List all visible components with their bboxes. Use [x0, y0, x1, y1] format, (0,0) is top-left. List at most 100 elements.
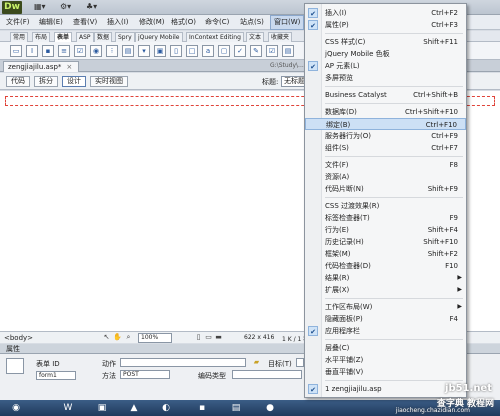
insert-tab-data[interactable]: 数据	[94, 32, 113, 42]
window-menu-item[interactable]: 文件(F) F8	[305, 159, 466, 171]
insert-tab-incontext[interactable]: InContext Editing	[186, 32, 244, 42]
window-menu-item[interactable]: 数据库(D) Ctrl+Shift+F10	[305, 106, 466, 118]
spry-select-icon[interactable]: ▤	[282, 45, 294, 57]
spry-checkbox-icon[interactable]: ☑	[266, 45, 278, 57]
folder-icon[interactable]: ▰	[252, 358, 261, 367]
live-view-label: 实时视图	[95, 77, 123, 85]
start-icon[interactable]: ◉	[10, 402, 22, 414]
window-menu-item[interactable]: jQuery Mobile 色板	[305, 48, 466, 60]
menu-modify[interactable]: 修改(M)	[136, 15, 168, 30]
window-menu-item[interactable]: CSS 样式(C) Shift+F11	[305, 36, 466, 48]
insert-tab-asp[interactable]: ASP	[76, 32, 94, 42]
window-menu-item[interactable]: 资源(A)	[305, 171, 466, 183]
window-menu-item[interactable]: 水平平铺(Z)	[305, 354, 466, 366]
window-menu-item[interactable]: ✔ AP 元素(L)	[305, 60, 466, 72]
insert-tab-favorites[interactable]: 收藏夹	[268, 32, 293, 42]
select-list-icon[interactable]: ▤	[122, 45, 134, 57]
form-id-input[interactable]: form1	[36, 371, 76, 380]
menu-site[interactable]: 站点(S)	[237, 15, 267, 30]
radio-icon[interactable]: ◉	[90, 45, 102, 57]
window-menu-item[interactable]: 框架(M) Shift+F2	[305, 248, 466, 260]
window-menu-item[interactable]: CSS 过渡效果(R)	[305, 200, 466, 212]
window-menu-item[interactable]: 代码片断(N) Shift+F9	[305, 183, 466, 195]
window-menu-item[interactable]: 结果(R) ▶	[305, 272, 466, 284]
insert-tab-jquery-mobile[interactable]: jQuery Mobile	[135, 32, 183, 42]
action-input[interactable]	[120, 358, 246, 367]
window-menu-item[interactable]: ✔ 应用程序栏	[305, 325, 466, 337]
menu-view[interactable]: 查看(V)	[70, 15, 100, 30]
layout-icon[interactable]: ▦▾	[34, 2, 46, 12]
folder-task-icon[interactable]: ▤	[230, 402, 242, 414]
window-menu-item[interactable]: ✔ 1 zengjiajilu.asp	[305, 383, 466, 395]
window-menu-item[interactable]: 绑定(B) Ctrl+F10	[305, 118, 466, 130]
window-menu-item[interactable]: ✔ 属性(P) Ctrl+F3	[305, 19, 466, 31]
window-menu-item[interactable]: 组件(S) Ctrl+F7	[305, 142, 466, 154]
target-select[interactable]	[296, 358, 304, 367]
word-icon[interactable]: W	[62, 402, 74, 414]
hand-tool-icon[interactable]: ✋	[113, 333, 122, 342]
button-icon[interactable]: □	[186, 45, 198, 57]
menu-format[interactable]: 格式(O)	[168, 15, 199, 30]
window-menu-item[interactable]: 历史记录(H) Shift+F10	[305, 236, 466, 248]
hidden-field-icon[interactable]: ▪	[42, 45, 54, 57]
live-view-button[interactable]: 实时视图	[90, 76, 128, 87]
site-icon[interactable]: ♣▾	[86, 2, 97, 12]
window-menu-item[interactable]: 服务器行为(O) Ctrl+F9	[305, 130, 466, 142]
close-icon[interactable]: ×	[66, 63, 72, 71]
text-field-icon[interactable]: I	[26, 45, 38, 57]
window-menu-item[interactable]: 多屏预览	[305, 72, 466, 84]
menu-file[interactable]: 文件(F)	[3, 15, 33, 30]
checkbox-icon[interactable]: ☑	[74, 45, 86, 57]
split-view-button[interactable]: 拆分	[34, 76, 58, 87]
file-field-icon[interactable]: ▯	[170, 45, 182, 57]
window-menu-item[interactable]: 工作区布局(W) ▶	[305, 301, 466, 313]
window-size[interactable]: 622 x 416	[244, 334, 274, 341]
spry-validation-icon[interactable]: ✓	[234, 45, 246, 57]
radio-group-icon[interactable]: ⁝	[106, 45, 118, 57]
window-menu-item[interactable]: 标签检查器(T) F9	[305, 212, 466, 224]
spry-textarea-icon[interactable]: ✎	[250, 45, 262, 57]
window-menu-item[interactable]: 行为(E) Shift+F4	[305, 224, 466, 236]
tag-selector[interactable]: <body>	[4, 334, 33, 342]
window-menu-item[interactable]: ✔ 插入(I) Ctrl+F2	[305, 7, 466, 19]
insert-tab-spry[interactable]: Spry	[115, 32, 135, 42]
image-field-icon[interactable]: ▣	[154, 45, 166, 57]
textarea-icon[interactable]: ≡	[58, 45, 70, 57]
app-icon[interactable]: ▲	[128, 402, 140, 414]
gear-icon[interactable]: ⚙▾	[60, 2, 71, 12]
window-menu-item[interactable]: 垂直平铺(V)	[305, 366, 466, 378]
label-icon[interactable]: a	[202, 45, 214, 57]
zoom-select[interactable]: 100%	[138, 333, 172, 343]
method-select[interactable]: POST	[120, 370, 170, 379]
explorer-icon[interactable]: ▣	[96, 402, 108, 414]
menu-edit[interactable]: 编辑(E)	[36, 15, 66, 30]
fieldset-icon[interactable]: ▢	[218, 45, 230, 57]
window-menu-item-shortcut: F4	[449, 315, 458, 323]
document-tab[interactable]: zengjiajilu.asp* ×	[3, 61, 80, 72]
mobile-size-icon[interactable]: ▯	[194, 333, 203, 342]
menu-window[interactable]: 窗口(W)	[270, 15, 305, 30]
insert-tab-forms[interactable]: 表单	[54, 32, 73, 42]
browser-icon[interactable]: ◐	[160, 402, 172, 414]
jump-menu-icon[interactable]: ▾	[138, 45, 150, 57]
enctype-select[interactable]	[232, 370, 302, 379]
window-menu-item[interactable]: 代码检查器(D) F10	[305, 260, 466, 272]
insert-tab-text[interactable]: 文本	[246, 32, 265, 42]
media-task-icon[interactable]: ●	[264, 402, 276, 414]
form-icon[interactable]: ▭	[10, 45, 22, 57]
zoom-tool-icon[interactable]: ⌕	[124, 333, 133, 342]
design-view-button[interactable]: 设计	[62, 76, 86, 87]
window-menu-item[interactable]: 层叠(C)	[305, 342, 466, 354]
insert-tab-common[interactable]: 常用	[10, 32, 29, 42]
menu-command[interactable]: 命令(C)	[202, 15, 232, 30]
menu-insert[interactable]: 插入(I)	[104, 15, 132, 30]
window-menu-item[interactable]: 扩展(X) ▶	[305, 284, 466, 296]
code-view-button[interactable]: 代码	[6, 76, 30, 87]
insert-tab-layout[interactable]: 布局	[32, 32, 51, 42]
desktop-size-icon[interactable]: ▬	[214, 333, 223, 342]
tablet-size-icon[interactable]: ▭	[204, 333, 213, 342]
window-menu-item[interactable]: 隐藏面板(P) F4	[305, 313, 466, 325]
window-menu-item[interactable]: Business Catalyst Ctrl+Shift+B	[305, 89, 466, 101]
select-tool-icon[interactable]: ↖	[102, 333, 111, 342]
dreamweaver-task-icon[interactable]: ▪	[196, 402, 208, 414]
